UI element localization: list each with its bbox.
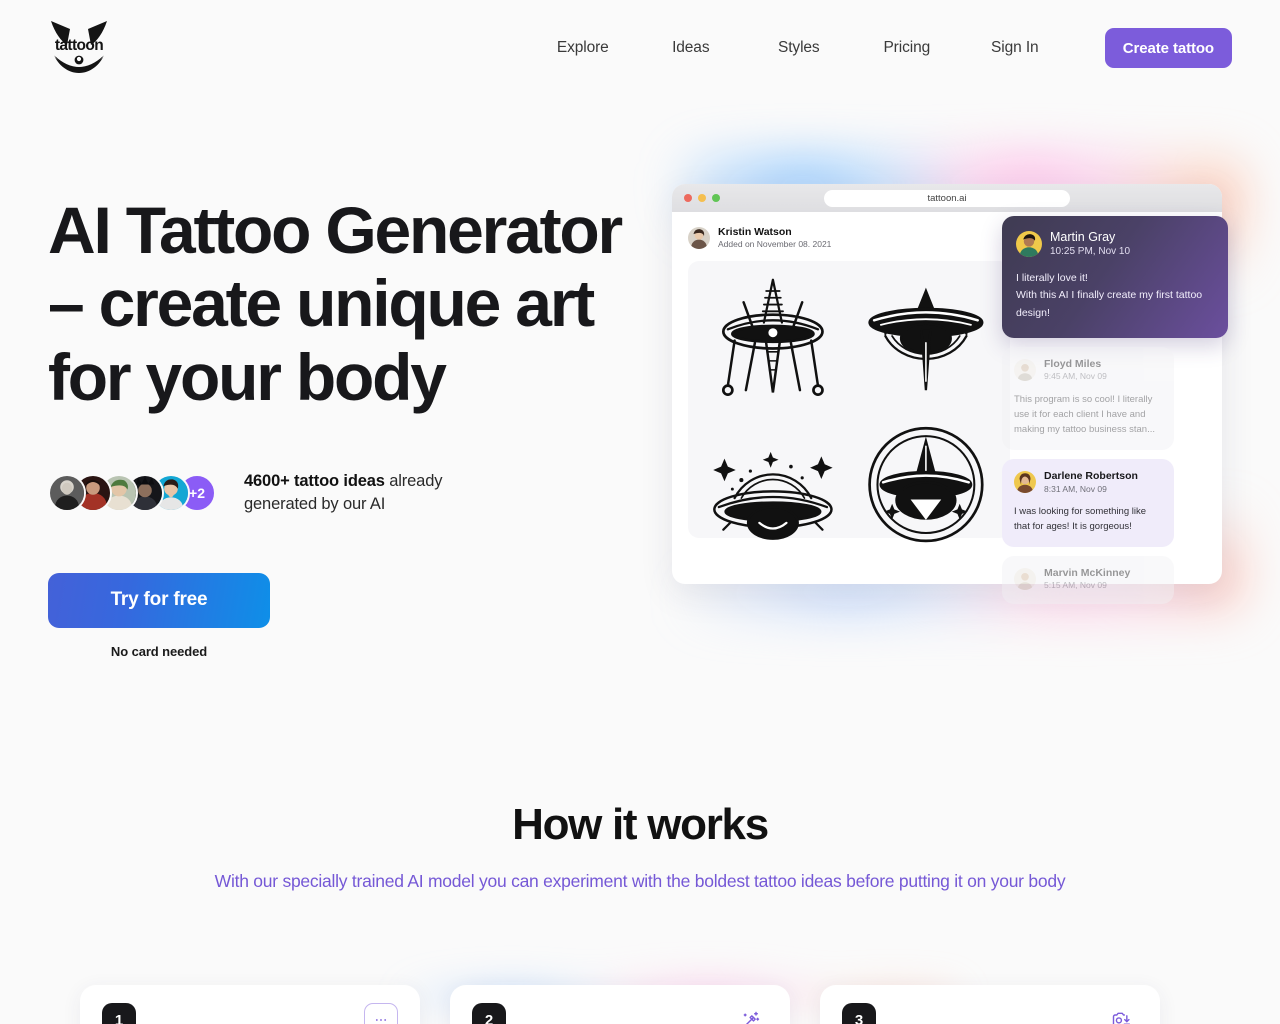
kristin-watson-avatar-image (688, 227, 710, 250)
step-number: 2 (472, 1003, 506, 1024)
comment-text: This program is so cool! I literally use… (1014, 393, 1155, 436)
avatar-group: +2 (48, 474, 216, 513)
browser-titlebar: tattoon.ai (672, 184, 1222, 212)
step-card[interactable]: 1 (80, 985, 420, 1024)
camera-download-glyph (1112, 1012, 1131, 1024)
step-number: 1 (102, 1003, 136, 1024)
nav-link-styles[interactable]: Styles (745, 31, 853, 65)
tattoo-artwork-grid (688, 261, 1010, 543)
tattoo-design-3[interactable] (696, 413, 849, 557)
comment-meta: Floyd Miles 9:45 AM, Nov 09 (1044, 358, 1107, 383)
hero-section: AI Tattoo Generator – create unique art … (0, 96, 1280, 659)
avatar (1014, 471, 1036, 494)
raccoon-face-logo-icon: tattoon (51, 21, 107, 73)
comment-list: Martin Gray 10:25 PM, Nov 10 I literally… (1002, 216, 1232, 613)
avatar (1014, 359, 1036, 382)
minimize-icon[interactable] (698, 194, 706, 202)
comment-time: 5:15 AM, Nov 09 (1044, 580, 1107, 591)
ufo-sparkle-tattoo-icon (712, 452, 833, 541)
svg-text:tattoon: tattoon (55, 37, 103, 54)
dots-message-icon (364, 1003, 398, 1024)
avatar (1016, 230, 1042, 257)
step-card[interactable]: 3 (820, 985, 1160, 1024)
tattoo-design-1[interactable] (696, 269, 849, 413)
tattoo-design-4[interactable] (849, 413, 1002, 557)
avatar (48, 474, 86, 513)
site-header: tattoon Explore Ideas Styles Pricing Sig… (0, 0, 1280, 96)
ufo-circle-badge-tattoo-icon (867, 427, 984, 543)
comment-time: 10:25 PM, Nov 10 (1050, 246, 1131, 258)
ufo-orbit-tattoo-icon (867, 288, 984, 391)
post-meta: Kristin Watson Added on November 08. 202… (718, 226, 831, 250)
avatar (1014, 568, 1036, 591)
comment-author: Darlene Robertson (1044, 469, 1138, 482)
hero-cta-group: Try for free No card needed (48, 572, 270, 659)
brand-logo[interactable]: tattoon (48, 19, 110, 77)
nav-link-explore[interactable]: Explore (529, 31, 637, 65)
comment-meta: Darlene Robertson 8:31 AM, Nov 09 (1044, 470, 1138, 495)
magic-wand-icon (734, 1003, 768, 1024)
cta-note: No card needed (110, 643, 208, 659)
hero-visual: tattoon.ai Kristin Watson Added on Novem… (670, 154, 1246, 659)
hero-title-line-1: AI Tattoo Generator (48, 193, 623, 267)
comment-card-featured[interactable]: Martin Gray 10:25 PM, Nov 10 I literally… (1002, 216, 1228, 338)
hero-content: AI Tattoo Generator – create unique art … (48, 176, 658, 659)
create-tattoo-button[interactable]: Create tattoo (1104, 28, 1232, 68)
nav-link-ideas[interactable]: Ideas (637, 31, 745, 65)
maximize-icon[interactable] (712, 194, 720, 202)
avatar-image-1 (50, 476, 84, 511)
dots-message-glyph (375, 1019, 387, 1021)
main-navigation: Explore Ideas Styles Pricing Sign In Cre… (529, 28, 1232, 68)
ufo-spiked-tattoo-icon (721, 279, 824, 397)
nav-link-pricing[interactable]: Pricing (853, 31, 961, 65)
nav-link-sign-in[interactable]: Sign In (961, 31, 1069, 65)
how-it-works-title: How it works (512, 800, 769, 849)
magic-wand-glyph (743, 1011, 760, 1024)
comment-card-light[interactable]: Darlene Robertson 8:31 AM, Nov 09 I was … (1002, 458, 1174, 547)
window-controls (684, 194, 720, 202)
comment-card-muted[interactable]: Floyd Miles 9:45 AM, Nov 09 This program… (1002, 346, 1174, 450)
hero-title-line-3: for your body (48, 339, 447, 414)
how-it-works-subtitle: With our specially trained AI model you … (214, 871, 1066, 891)
tattoo-design-2[interactable] (849, 269, 1002, 413)
hero-title-line-2: – create unique art (48, 266, 595, 341)
comment-header: Darlene Robertson 8:31 AM, Nov 09 (1014, 470, 1162, 495)
comment-meta: Marvin McKinney 5:15 AM, Nov 09 (1044, 567, 1130, 592)
how-it-works-section: How it works With our specially trained … (0, 800, 1280, 894)
social-proof-highlight: 4600+ tattoo ideas (244, 471, 385, 490)
comment-meta: Martin Gray 10:25 PM, Nov 10 (1050, 229, 1130, 259)
comment-card-muted[interactable]: Marvin McKinney 5:15 AM, Nov 09 (1002, 555, 1174, 604)
step-number: 3 (842, 1003, 876, 1024)
comment-header: Floyd Miles 9:45 AM, Nov 09 (1014, 358, 1162, 383)
camera-download-icon (1104, 1003, 1138, 1024)
comment-author: Martin Gray (1050, 230, 1116, 244)
comment-author: Floyd Miles (1044, 357, 1102, 370)
comment-header: Martin Gray 10:25 PM, Nov 10 (1016, 229, 1214, 259)
darlene-robertson-avatar-image (1014, 471, 1036, 494)
marvin-mckinney-avatar-image (1014, 568, 1036, 591)
post-author: Kristin Watson (718, 226, 792, 238)
comment-author: Marvin McKinney (1044, 566, 1131, 579)
comment-header: Marvin McKinney 5:15 AM, Nov 09 (1014, 567, 1162, 592)
martin-gray-avatar-image (1016, 230, 1042, 257)
comment-time: 9:45 AM, Nov 09 (1044, 371, 1107, 382)
try-for-free-button[interactable]: Try for free (48, 572, 270, 628)
page-title: AI Tattoo Generator – create unique art … (48, 193, 658, 414)
steps-list: 1 2 3 (80, 985, 1200, 1024)
comment-text: I was looking for something like that fo… (1014, 505, 1147, 533)
post-date: Added on November 08. 2021 (718, 239, 832, 250)
close-icon[interactable] (684, 194, 692, 202)
step-card[interactable]: 2 (450, 985, 790, 1024)
comment-time: 8:31 AM, Nov 09 (1044, 483, 1107, 494)
floyd-miles-avatar-image (1014, 359, 1036, 382)
avatar (688, 227, 710, 250)
social-proof: +2 4600+ tattoo ideas already generated … (48, 470, 658, 517)
url-bar[interactable]: tattoon.ai (824, 189, 1070, 207)
comment-text: I literally love it! With this AI I fina… (1016, 271, 1203, 319)
social-proof-text: 4600+ tattoo ideas already generated by … (244, 470, 494, 517)
